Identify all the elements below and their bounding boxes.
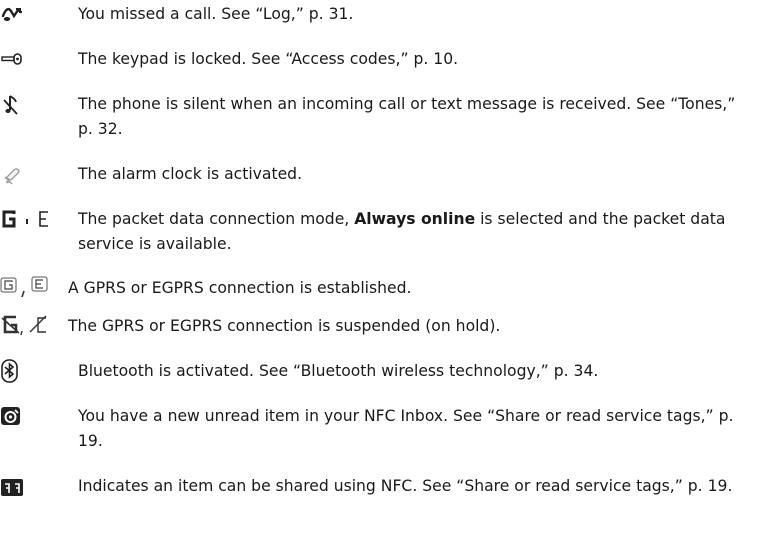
entry-text: The phone is silent when an incoming cal… [78,95,736,138]
entry-text: Indicates an item can be shared using NF… [78,477,733,495]
nfc-inbox-icon [0,404,68,429]
always-online-setting: Always online [354,210,476,228]
entry-text: A GPRS or EGPRS connection is establishe… [68,279,412,297]
gprs-egprs-connected-icon [0,276,68,301]
silent-icon [0,92,68,117]
alarm-clock-icon [0,162,68,187]
bluetooth-icon [0,359,68,384]
nfc-share-icon [0,474,68,499]
entry-text-before: The packet data connection mode, [78,210,355,228]
entry-text: Bluetooth is activated. See “Bluetooth w… [78,362,599,380]
entry-text: The keypad is locked. See “Access codes,… [78,50,459,68]
gprs-egprs-suspended-icon [0,314,68,339]
entry-text: The alarm clock is activated. [78,165,303,183]
entry-text: You have a new unread item in your NFC I… [78,407,734,450]
missed-call-icon [0,2,68,27]
indicator-list-page: You missed a call. See “Log,” p. 31. The… [0,0,758,539]
entry-text: You missed a call. See “Log,” p. 31. [78,5,354,23]
entry-text: The packet data connection mode, Always … [78,207,754,257]
packet-data-always-online-icon [0,207,68,232]
keyguard-icon [0,47,68,72]
entry-text: The GPRS or EGPRS connection is suspende… [68,317,501,335]
